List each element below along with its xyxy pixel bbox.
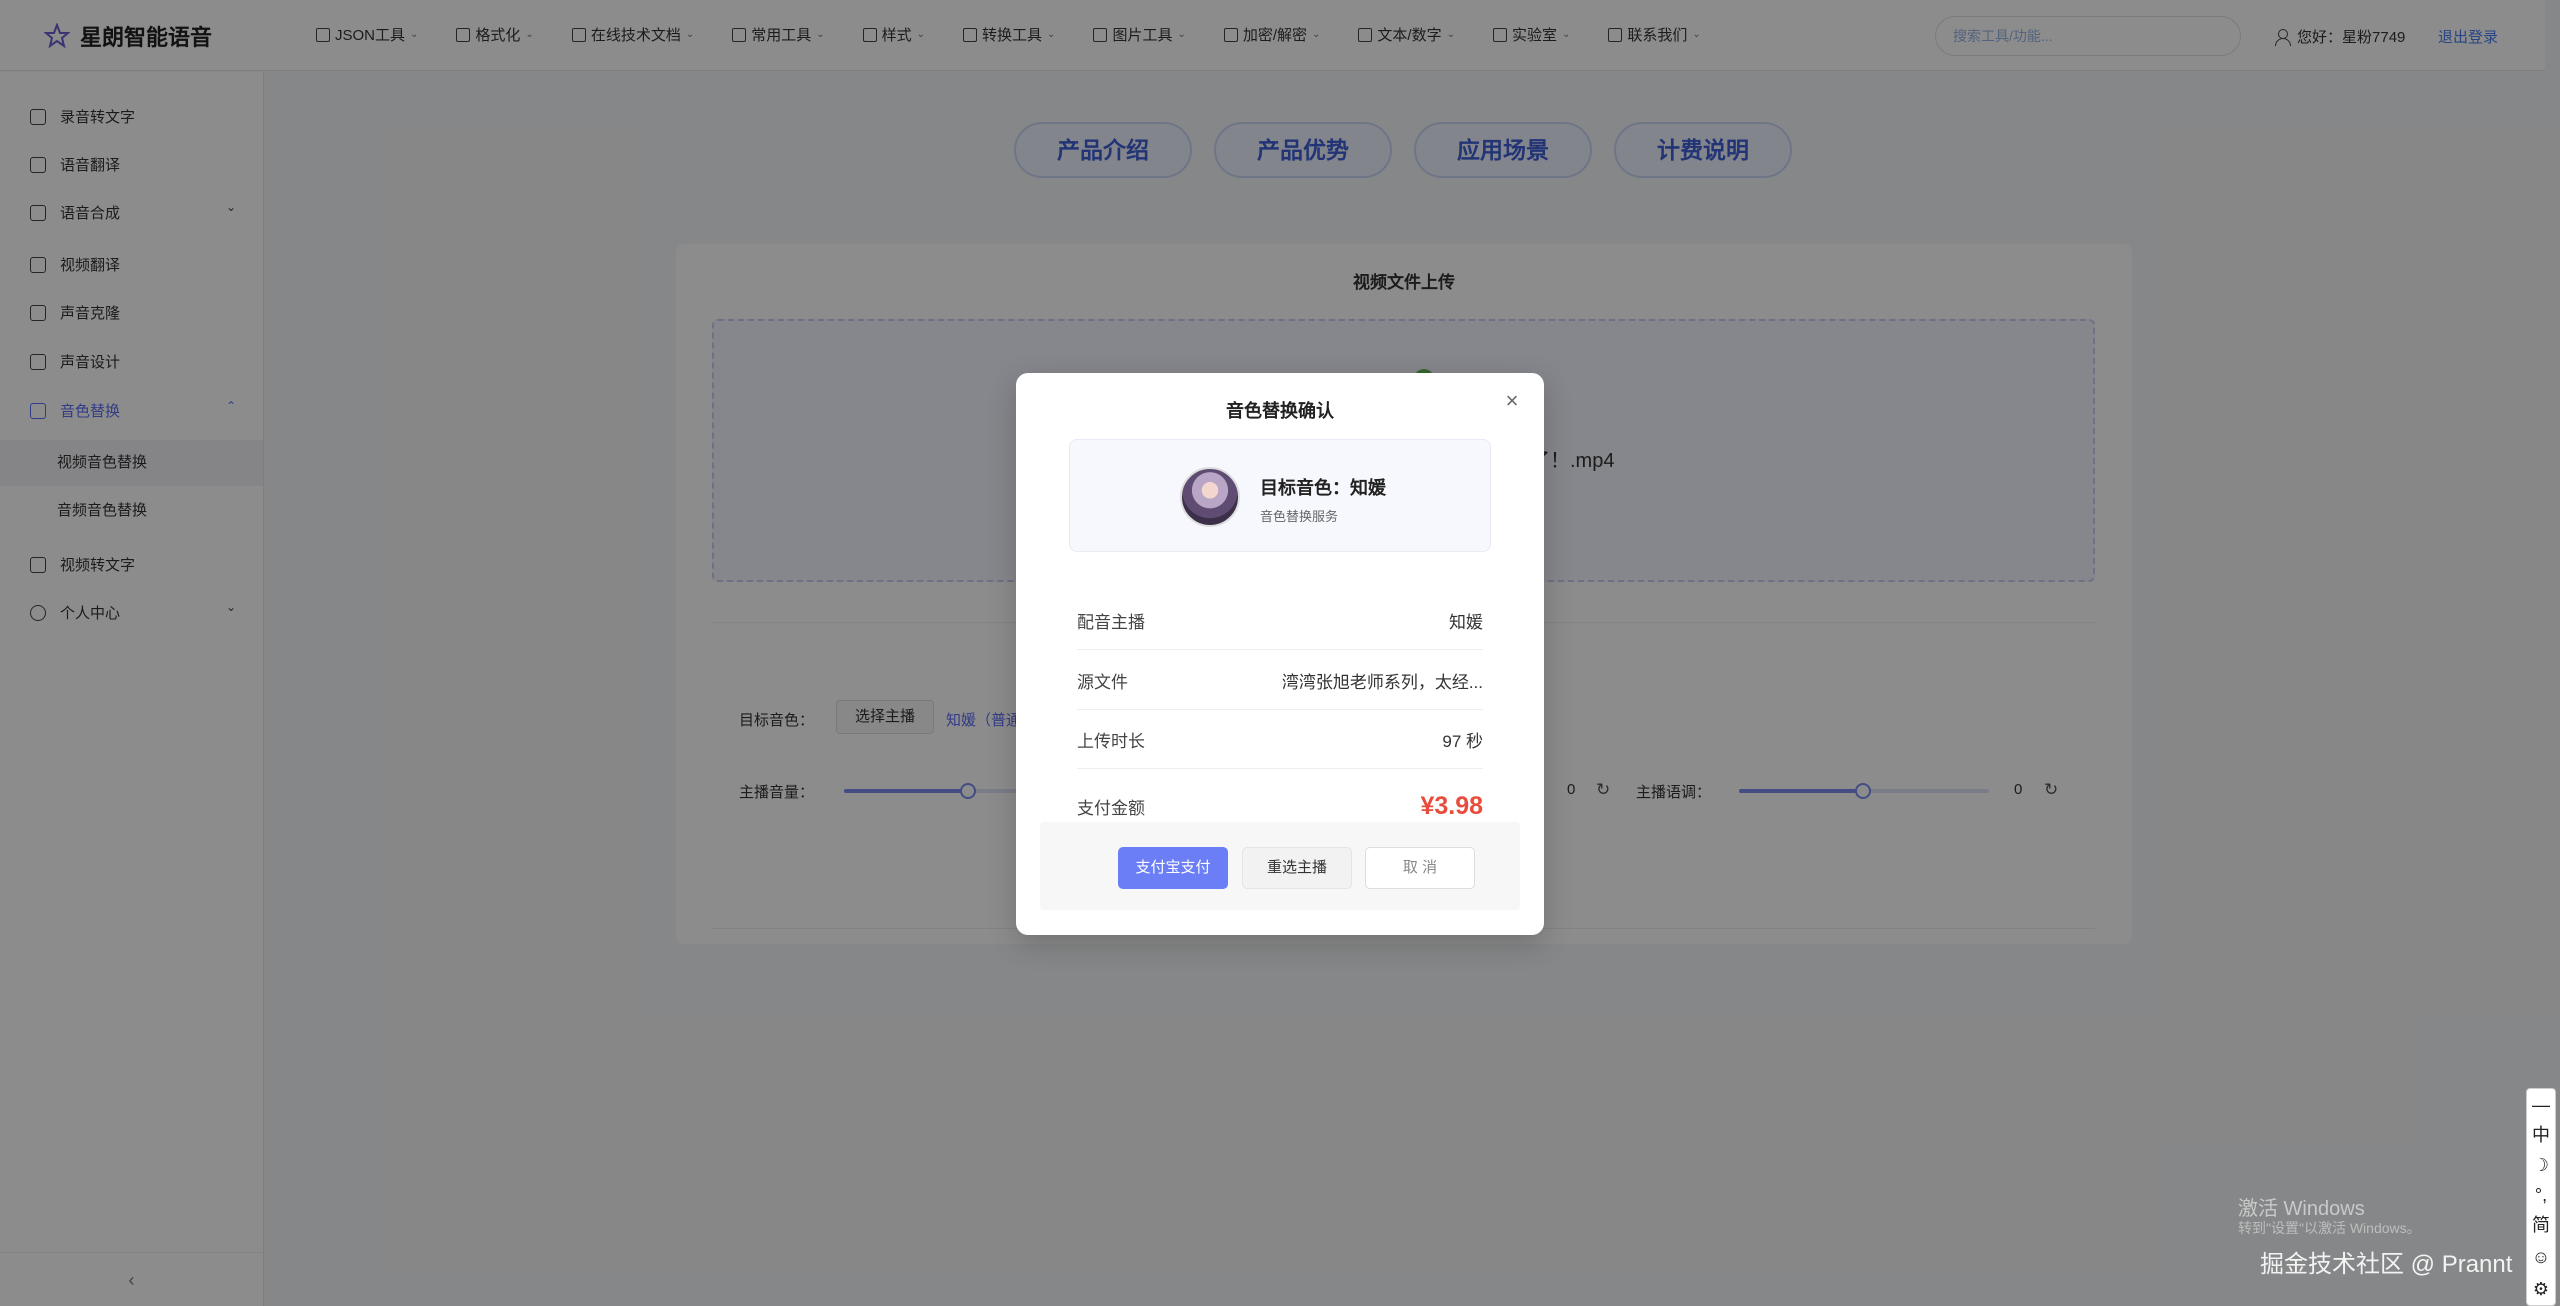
- row-value: 湾湾张旭老师系列，太经...: [1281, 673, 1483, 692]
- row-key: 配音主播: [1077, 613, 1145, 632]
- service-name: 音色替换服务: [1260, 509, 1339, 524]
- ime-simplified-mode[interactable]: 简: [2527, 1211, 2555, 1239]
- cancel-button[interactable]: 取 消: [1365, 847, 1475, 889]
- ime-toolbar: — 中 ☽ °, 简 ☺ ⚙: [2526, 1088, 2556, 1306]
- ime-chinese-mode[interactable]: 中: [2527, 1121, 2555, 1149]
- price-value: ¥3.98: [1420, 791, 1483, 820]
- dialog-title: 音色替换确认: [1226, 401, 1334, 421]
- ime-settings-icon[interactable]: ⚙: [2527, 1275, 2555, 1303]
- juejin-watermark: 掘金技术社区 @ Prannt: [2260, 1251, 2513, 1278]
- reselect-anchor-button[interactable]: 重选主播: [1242, 847, 1352, 889]
- row-value: 97 秒: [1442, 732, 1483, 751]
- close-icon[interactable]: ×: [1500, 389, 1524, 413]
- row-key: 源文件: [1077, 673, 1128, 692]
- ime-moon-icon[interactable]: ☽: [2527, 1151, 2555, 1179]
- ime-minimize-icon[interactable]: —: [2527, 1091, 2555, 1119]
- row-key: 支付金额: [1077, 798, 1145, 818]
- timbre-confirm-dialog: 音色替换确认 × 目标音色：知媛 音色替换服务 配音主播 知媛 源文件 湾湾张旭…: [1016, 373, 1544, 935]
- ime-punctuation-icon[interactable]: °,: [2527, 1181, 2555, 1209]
- windows-activation-subtext: 转到"设置"以激活 Windows。: [2238, 1220, 2421, 1236]
- info-row-source-file: 源文件 湾湾张旭老师系列，太经...: [1077, 652, 1483, 710]
- windows-activation-text: 激活 Windows: [2238, 1198, 2365, 1220]
- info-row-anchor: 配音主播 知媛: [1077, 592, 1483, 650]
- info-row-duration: 上传时长 97 秒: [1077, 711, 1483, 769]
- row-value: 知媛: [1449, 613, 1483, 632]
- target-voice-name: 目标音色：知媛: [1260, 478, 1386, 498]
- voice-card: 目标音色：知媛 音色替换服务: [1069, 439, 1491, 552]
- dialog-footer: 支付宝支付 重选主播 取 消: [1040, 822, 1520, 910]
- alipay-button[interactable]: 支付宝支付: [1118, 847, 1228, 889]
- row-key: 上传时长: [1077, 732, 1145, 751]
- ime-emoji-icon[interactable]: ☺: [2527, 1243, 2555, 1271]
- avatar: [1180, 467, 1240, 527]
